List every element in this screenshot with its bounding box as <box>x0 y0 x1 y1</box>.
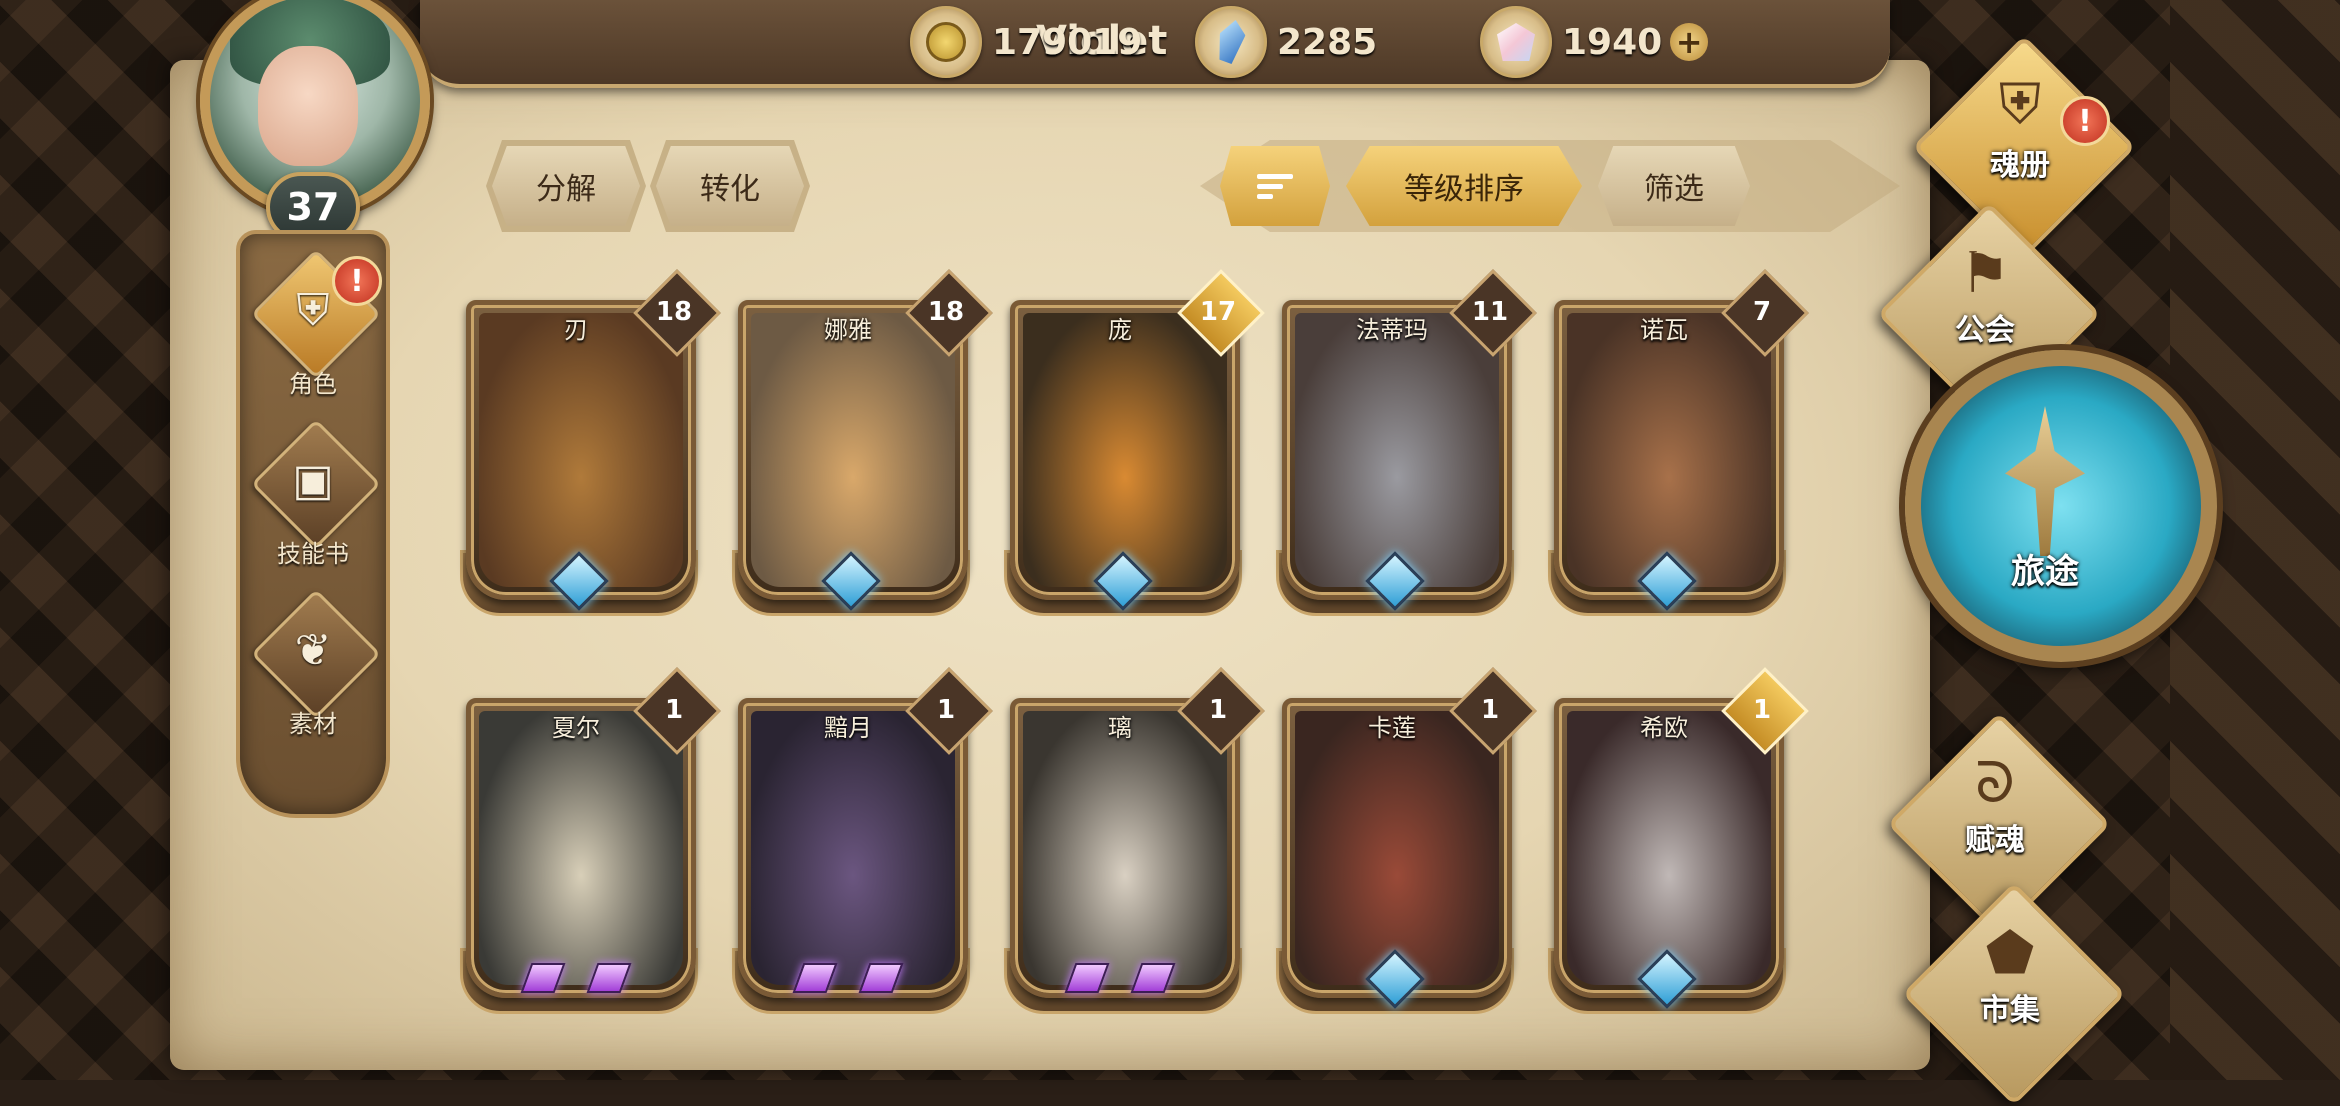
hero-level: 11 <box>1471 297 1509 327</box>
hero-card[interactable]: 璃1 <box>1004 667 1265 1028</box>
fuhun-label: 赋魂 <box>1965 823 2025 858</box>
sidenav-item-character[interactable]: ⛨ 角色 ! <box>240 248 386 414</box>
hero-portrait <box>1295 313 1499 587</box>
hero-portrait <box>1295 711 1499 985</box>
sidenav-label: 素材 <box>289 710 337 738</box>
hero-portrait <box>1567 313 1771 587</box>
hero-level: 18 <box>655 297 693 327</box>
material-icon: ❦ <box>294 625 332 676</box>
hero-level: 1 <box>1480 695 1500 725</box>
skill-book-icon: ▣ <box>292 455 334 506</box>
hero-card[interactable]: 黯月 1 <box>732 667 993 1028</box>
market-label: 市集 <box>1980 993 2040 1028</box>
gem-value: 1940 <box>1562 21 1663 63</box>
hero-level: 18 <box>927 297 965 327</box>
soul-book-label: 魂册 <box>1990 148 2050 183</box>
sidenav-label: 技能书 <box>277 540 349 568</box>
journey-label: 旅途 <box>2011 552 2079 592</box>
rarity-purple-icon <box>792 963 904 993</box>
hero-card[interactable]: 娜雅 18 <box>732 269 993 630</box>
sort-by-level-button[interactable]: 等级排序 <box>1346 146 1582 226</box>
guild-label: 公会 <box>1955 313 2015 348</box>
player-avatar-frame[interactable]: 37 <box>170 0 450 242</box>
crystal-value: 2285 <box>1277 21 1378 63</box>
journey-emblem-icon <box>2005 406 2085 556</box>
flame-icon: ᘐ <box>1975 751 2015 816</box>
blue-crystal-icon <box>1195 6 1267 78</box>
hero-level: 1 <box>1208 695 1228 725</box>
hero-portrait <box>1567 711 1771 985</box>
sidenav-item-material[interactable]: ❦ 素材 <box>240 588 386 754</box>
currency-gem[interactable]: 1940 + <box>1480 6 1709 78</box>
gold-coin-icon <box>910 6 982 78</box>
sort-icon <box>1257 169 1293 204</box>
hero-card[interactable]: 夏尔 1 <box>460 667 721 1028</box>
hero-portrait <box>479 711 683 985</box>
hero-portrait <box>1023 313 1227 587</box>
hero-level: 1 <box>936 695 956 725</box>
rarity-purple-icon <box>520 963 632 993</box>
hero-portrait <box>751 711 955 985</box>
side-nav: ⛨ 角色 ! ▣ 技能书 ❦ 素材 <box>236 230 390 818</box>
alert-icon: ! <box>2060 96 2110 146</box>
rarity-purple-icon <box>1064 963 1176 993</box>
hero-level: 17 <box>1199 297 1237 327</box>
decompose-button[interactable]: 分解 <box>492 146 640 226</box>
hero-card[interactable]: 诺瓦 7 <box>1548 269 1809 630</box>
sidenav-item-skill-book[interactable]: ▣ 技能书 <box>240 418 386 584</box>
hero-portrait <box>751 313 955 587</box>
sidenav-label: 角色 <box>289 370 337 398</box>
hero-card[interactable]: 法蒂玛 11 <box>1276 269 1537 630</box>
character-icon: ⛨ <box>296 285 330 336</box>
convert-button[interactable]: 转化 <box>656 146 804 226</box>
hero-card[interactable]: 刃 18 <box>460 269 721 630</box>
alert-icon: ! <box>332 256 382 306</box>
gold-value: 179019 <box>992 21 1143 63</box>
hero-level: 7 <box>1752 297 1772 327</box>
hero-card[interactable]: 卡莲 1 <box>1276 667 1537 1028</box>
hero-level: 1 <box>1752 695 1772 725</box>
filter-button[interactable]: 筛选 <box>1598 146 1750 226</box>
market-gem-icon: ⬟ <box>1985 921 2035 986</box>
journey-button[interactable]: 旅途 <box>1905 350 2217 662</box>
hero-portrait <box>1023 711 1227 985</box>
hero-card[interactable]: 希欧 1 <box>1548 667 1809 1028</box>
currency-gold[interactable]: 179019 <box>910 6 1143 78</box>
hero-card[interactable]: 庞 17 <box>1004 269 1265 630</box>
guild-flag-icon: ⚑ <box>1959 241 2011 306</box>
currency-crystal[interactable]: 2285 <box>1195 6 1378 78</box>
hero-level: 1 <box>664 695 684 725</box>
hero-portrait <box>479 313 683 587</box>
add-gem-button[interactable]: + <box>1670 23 1709 61</box>
pink-gem-icon <box>1480 6 1552 78</box>
sort-direction-button[interactable] <box>1220 146 1330 226</box>
